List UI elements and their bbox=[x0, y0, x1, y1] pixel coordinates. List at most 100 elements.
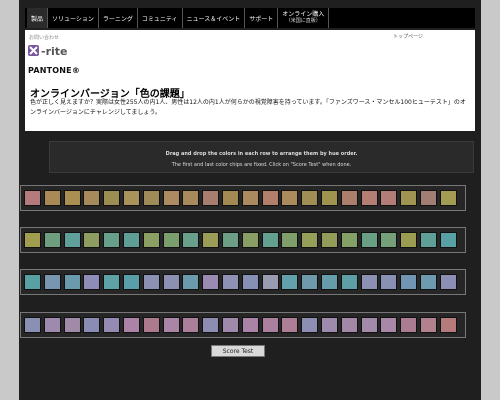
color-chip[interactable] bbox=[360, 274, 378, 290]
pantone-logo: PANTONE® bbox=[28, 66, 81, 75]
nav-item-support[interactable]: サポート bbox=[245, 8, 279, 28]
color-chip[interactable] bbox=[182, 232, 200, 248]
color-chip[interactable] bbox=[202, 232, 220, 248]
color-chip[interactable] bbox=[400, 274, 418, 290]
contact-link[interactable]: お問い合わせ bbox=[29, 34, 59, 41]
color-chip[interactable] bbox=[162, 274, 180, 290]
nav-item-online-purchase[interactable]: オンライン購入 （米国に直販） bbox=[278, 8, 330, 28]
color-chip[interactable] bbox=[123, 232, 140, 248]
color-chip[interactable] bbox=[142, 190, 160, 206]
color-chip[interactable] bbox=[63, 232, 81, 248]
color-chip[interactable] bbox=[142, 232, 160, 248]
color-chip[interactable] bbox=[103, 317, 121, 333]
color-chip[interactable] bbox=[261, 232, 279, 248]
color-chip[interactable] bbox=[83, 274, 101, 290]
color-chip[interactable] bbox=[301, 317, 319, 333]
color-chip[interactable] bbox=[301, 190, 319, 206]
color-chip[interactable] bbox=[380, 190, 398, 206]
color-chip[interactable] bbox=[222, 190, 239, 206]
color-chip[interactable] bbox=[162, 190, 180, 206]
color-chip[interactable] bbox=[162, 232, 180, 248]
color-chip[interactable] bbox=[43, 232, 61, 248]
color-chip[interactable] bbox=[261, 317, 279, 333]
color-chip[interactable] bbox=[301, 274, 319, 290]
color-chip[interactable] bbox=[222, 232, 239, 248]
color-chip[interactable] bbox=[340, 317, 358, 333]
color-chip[interactable] bbox=[420, 190, 437, 206]
color-chip[interactable] bbox=[321, 317, 338, 333]
color-chip[interactable] bbox=[182, 274, 200, 290]
color-row-2 bbox=[20, 227, 466, 253]
color-chip[interactable] bbox=[123, 274, 140, 290]
color-chip[interactable] bbox=[182, 190, 200, 206]
color-chip[interactable] bbox=[360, 232, 378, 248]
color-chip[interactable] bbox=[182, 317, 200, 333]
nav-item-solutions[interactable]: ソリューション bbox=[48, 8, 99, 28]
color-chip[interactable] bbox=[360, 190, 378, 206]
color-chip[interactable] bbox=[202, 190, 220, 206]
color-chip[interactable] bbox=[222, 274, 239, 290]
nav-item-learning[interactable]: ラーニング bbox=[99, 8, 138, 28]
color-chip[interactable] bbox=[142, 317, 160, 333]
svg-text:-rite: -rite bbox=[41, 45, 67, 58]
top-nav: 製品 ソリューション ラーニング コミュニティ ニュース＆イベント サポート オ… bbox=[25, 8, 475, 28]
color-chip[interactable] bbox=[321, 232, 338, 248]
color-chip[interactable] bbox=[400, 232, 418, 248]
color-chip[interactable] bbox=[43, 274, 61, 290]
color-chip[interactable] bbox=[321, 190, 338, 206]
color-chip[interactable] bbox=[301, 232, 319, 248]
xrite-logo[interactable]: -rite bbox=[28, 41, 72, 59]
color-chip[interactable] bbox=[360, 317, 378, 333]
color-chip[interactable] bbox=[400, 317, 418, 333]
color-chip[interactable] bbox=[43, 190, 61, 206]
color-chip[interactable] bbox=[202, 317, 220, 333]
color-chip[interactable] bbox=[420, 274, 437, 290]
fixed-color-chip bbox=[439, 190, 457, 206]
color-chip[interactable] bbox=[380, 232, 398, 248]
color-chip[interactable] bbox=[103, 232, 121, 248]
color-chip[interactable] bbox=[83, 190, 101, 206]
color-chip[interactable] bbox=[162, 317, 180, 333]
color-chip[interactable] bbox=[142, 274, 160, 290]
color-chip[interactable] bbox=[241, 317, 259, 333]
color-chip[interactable] bbox=[380, 274, 398, 290]
color-chip[interactable] bbox=[281, 190, 299, 206]
fixed-color-chip bbox=[439, 232, 457, 248]
color-chip[interactable] bbox=[123, 190, 140, 206]
color-chip[interactable] bbox=[420, 232, 437, 248]
color-chip[interactable] bbox=[340, 232, 358, 248]
color-chip[interactable] bbox=[83, 232, 101, 248]
color-chip[interactable] bbox=[241, 274, 259, 290]
color-row-3 bbox=[20, 269, 466, 295]
color-chip[interactable] bbox=[241, 190, 259, 206]
color-chip[interactable] bbox=[63, 190, 81, 206]
color-chip[interactable] bbox=[281, 317, 299, 333]
color-chip[interactable] bbox=[340, 274, 358, 290]
color-chip[interactable] bbox=[222, 317, 239, 333]
color-chip[interactable] bbox=[400, 190, 418, 206]
color-chip[interactable] bbox=[241, 232, 259, 248]
color-chip[interactable] bbox=[420, 317, 437, 333]
color-chip[interactable] bbox=[261, 274, 279, 290]
intro-text: 色が正しく見えますか？実際は女性255人の内1人、男性は12人の内1人が何らかの… bbox=[30, 99, 466, 116]
color-chip[interactable] bbox=[380, 317, 398, 333]
color-chip[interactable] bbox=[281, 274, 299, 290]
color-chip[interactable] bbox=[123, 317, 140, 333]
color-chip[interactable] bbox=[281, 232, 299, 248]
color-chip[interactable] bbox=[43, 317, 61, 333]
color-chip[interactable] bbox=[63, 317, 81, 333]
score-test-button[interactable]: Score Test bbox=[211, 345, 265, 357]
top-page-link[interactable]: トップページ bbox=[393, 33, 423, 40]
color-chip[interactable] bbox=[63, 274, 81, 290]
color-chip[interactable] bbox=[83, 317, 101, 333]
nav-item-products[interactable]: 製品 bbox=[27, 8, 49, 28]
color-chip[interactable] bbox=[321, 274, 338, 290]
nav-item-news-events[interactable]: ニュース＆イベント bbox=[183, 8, 246, 28]
color-chip[interactable] bbox=[103, 274, 121, 290]
fixed-color-chip bbox=[24, 190, 41, 206]
color-chip[interactable] bbox=[103, 190, 121, 206]
color-chip[interactable] bbox=[340, 190, 358, 206]
color-chip[interactable] bbox=[202, 274, 220, 290]
nav-item-community[interactable]: コミュニティ bbox=[138, 8, 183, 28]
color-chip[interactable] bbox=[261, 190, 279, 206]
